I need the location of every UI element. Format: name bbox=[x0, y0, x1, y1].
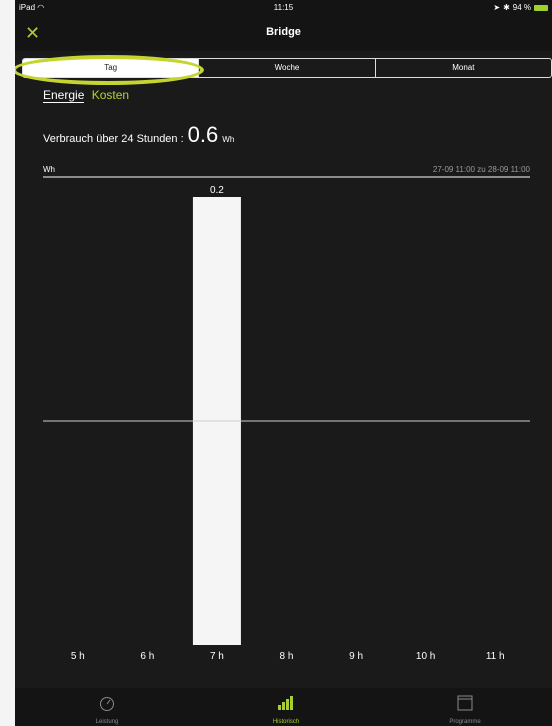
calendar-icon bbox=[457, 695, 473, 711]
tab-historisch-label: Historisch bbox=[273, 719, 299, 725]
battery-percent: 94 % bbox=[512, 3, 531, 12]
tab-leistung-label: Leistung bbox=[96, 719, 119, 725]
segment-monat[interactable]: Monat bbox=[374, 59, 551, 77]
tab-bar: Leistung Historisch Programme bbox=[15, 688, 552, 726]
icon-bar-1 bbox=[278, 705, 281, 710]
y-axis-label: Wh bbox=[43, 165, 55, 174]
app-screen: iPad ◠ 11:15 ➤ ✱ 94 % ✕ Bridge Tag Woche… bbox=[15, 0, 552, 726]
tab-energie[interactable]: Energie bbox=[43, 88, 85, 103]
data-labels-group: 0.2 bbox=[210, 185, 224, 196]
x-tick-label: 6 h bbox=[140, 651, 154, 662]
speedometer-needle bbox=[106, 699, 111, 705]
usage-unit: Wh bbox=[222, 135, 235, 144]
usage-label: Verbrauch über 24 Stunden : bbox=[43, 133, 184, 145]
status-bar: iPad ◠ 11:15 ➤ ✱ 94 % bbox=[15, 0, 552, 16]
tab-leistung[interactable]: Leistung bbox=[96, 697, 119, 726]
tab-kosten[interactable]: Kosten bbox=[92, 88, 129, 102]
status-right: ➤ ✱ 94 % bbox=[493, 3, 548, 12]
x-tick-label: 9 h bbox=[349, 651, 363, 662]
x-tick-label: 10 h bbox=[416, 651, 435, 662]
x-tick-labels: 5 h 6 h 7 h 8 h 9 h 10 h 11 h bbox=[71, 651, 505, 662]
usage-summary: Verbrauch über 24 Stunden : 0.6 Wh bbox=[43, 122, 234, 148]
data-label: 0.2 bbox=[210, 185, 224, 196]
icon-bar-3 bbox=[286, 699, 289, 710]
metric-tabs: Energie Kosten bbox=[43, 88, 129, 103]
tab-historisch[interactable]: Historisch bbox=[273, 696, 299, 725]
nav-bar: ✕ Bridge bbox=[15, 16, 552, 51]
bar-chart-icon bbox=[278, 696, 293, 710]
energy-bar-chart: Wh 27-09 11:00 zu 28-09 11:00 0.2 5 h 6 h… bbox=[43, 165, 531, 662]
page-title: Bridge bbox=[266, 26, 301, 38]
tab-programme[interactable]: Programme bbox=[449, 695, 481, 725]
calendar-frame bbox=[457, 695, 473, 711]
x-tick-label: 11 h bbox=[486, 651, 505, 662]
battery-icon bbox=[534, 4, 548, 11]
icon-bar-4 bbox=[290, 696, 293, 710]
location-icon: ➤ bbox=[493, 3, 501, 12]
segment-woche[interactable]: Woche bbox=[198, 59, 374, 77]
date-range: 27-09 11:00 zu 28-09 11:00 bbox=[433, 165, 531, 174]
x-tick-label: 5 h bbox=[71, 651, 85, 662]
x-tick-label: 8 h bbox=[280, 651, 294, 662]
usage-value: 0.6 bbox=[187, 122, 219, 147]
x-tick-label: 7 h bbox=[210, 651, 224, 662]
bluetooth-icon: ✱ bbox=[503, 3, 510, 12]
icon-bar-2 bbox=[282, 702, 285, 710]
status-time: 11:15 bbox=[273, 3, 294, 12]
highlight-annotation bbox=[15, 55, 204, 85]
tab-programme-label: Programme bbox=[449, 719, 481, 725]
